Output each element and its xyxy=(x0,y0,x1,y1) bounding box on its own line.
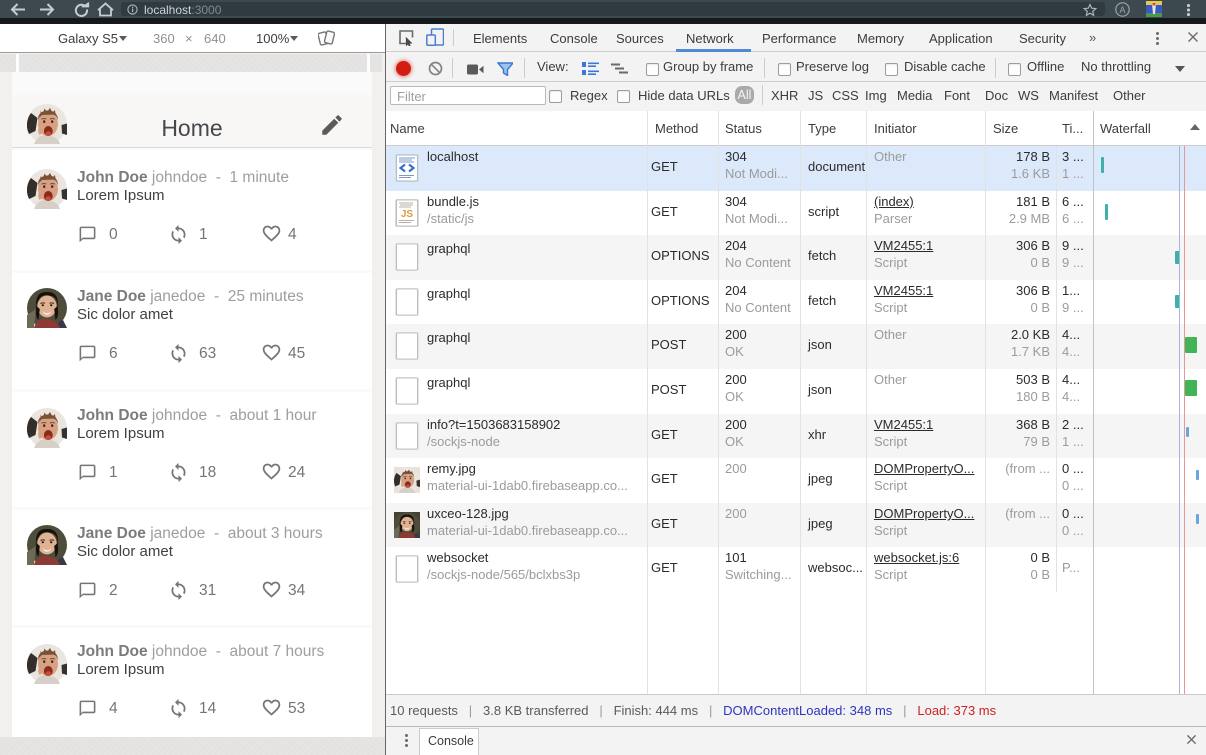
svg-text:A: A xyxy=(1119,5,1125,15)
svg-text:JS: JS xyxy=(401,209,414,220)
